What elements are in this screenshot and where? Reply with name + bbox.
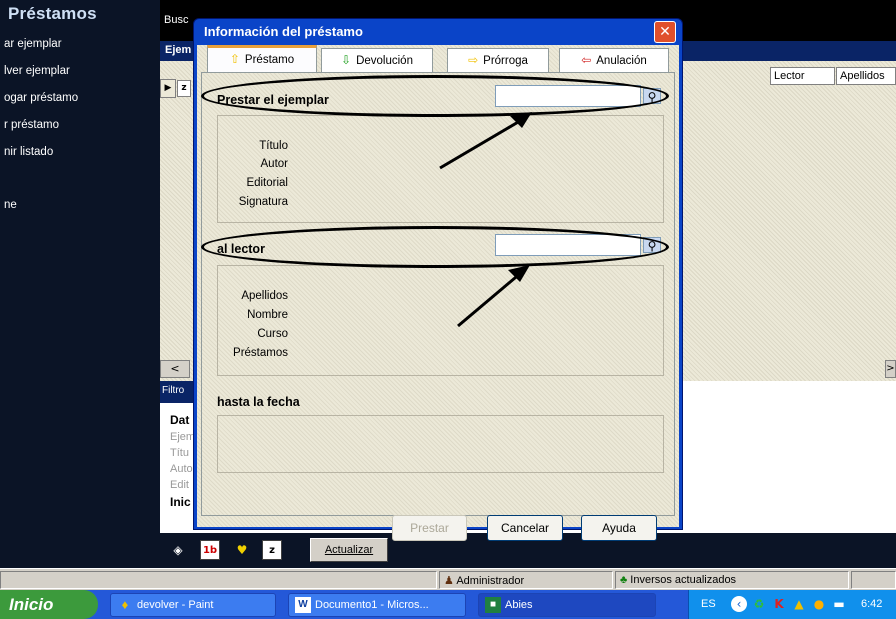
annotation-arrow-ejemplar	[439, 116, 526, 170]
annotation-arrows	[439, 112, 532, 328]
annotation-arrow-lector	[457, 270, 523, 328]
